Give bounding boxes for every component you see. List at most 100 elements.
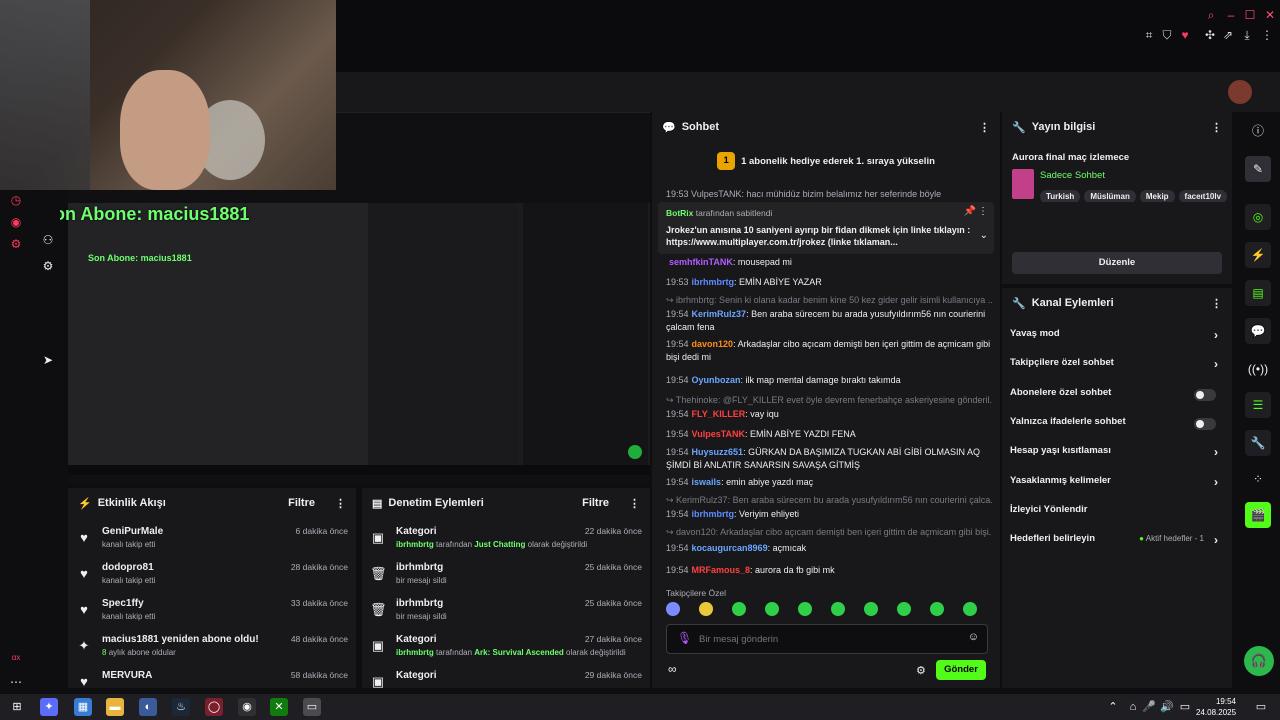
steam-icon[interactable]: ♨ <box>172 698 190 716</box>
stream-info-more-icon[interactable]: ⋮ <box>1211 121 1222 134</box>
channel-action-row[interactable]: Abonelere özel sohbet <box>1010 387 1224 407</box>
pinned-more-icon[interactable]: ⋮ <box>978 206 988 217</box>
tag-chip[interactable]: Mekip <box>1139 190 1175 202</box>
battery-icon[interactable]: ▭ <box>1176 698 1194 716</box>
activity-filter-button[interactable]: Filtre <box>288 497 315 509</box>
broadcast-icon[interactable]: ((•)) <box>1245 356 1271 382</box>
crop-icon[interactable]: ⌗ <box>1142 28 1156 42</box>
windows-start-icon[interactable]: ⊞ <box>8 698 26 716</box>
opera-icon[interactable]: ◯ <box>205 698 223 716</box>
avatar[interactable] <box>1228 80 1252 104</box>
activity-row[interactable]: ✦ macius1881 yeniden abone oldu! 8 aylık a… <box>68 632 356 668</box>
gear-icon[interactable]: ⚙ <box>40 258 56 274</box>
emote-icon[interactable] <box>897 602 911 616</box>
chat-message[interactable]: 19:54 kocaugurcan8969: açmıcak <box>666 542 992 555</box>
obs-icon[interactable]: ◉ <box>238 698 256 716</box>
channel-action-row[interactable]: İzleyici Yönlendir <box>1010 504 1224 524</box>
help-icon[interactable]: 🎧 <box>1244 646 1274 676</box>
chat-message[interactable]: 19:54 Huysuzz651: GÜRKAN DA BAŞIMIZA TUGK… <box>666 446 992 472</box>
moderation-name[interactable]: Kategori <box>396 634 437 645</box>
activity-name[interactable]: Spec1ffy <box>102 598 144 609</box>
chat-username[interactable]: davon120 <box>692 339 734 349</box>
tag-chip[interactable]: faceıt10lv <box>1178 190 1228 202</box>
emote-icon[interactable] <box>963 602 977 616</box>
chat-message[interactable]: semhfkinTANK: mousepad mi <box>666 256 992 269</box>
info-icon[interactable]: ⓘ <box>1245 118 1271 144</box>
emote-icon[interactable] <box>765 602 779 616</box>
chat-message[interactable]: ↪ KerimRulz37: Ben araba sürecem bu arad… <box>666 494 992 507</box>
chat-username[interactable]: ibrhmbrtg <box>692 509 735 519</box>
download-icon[interactable]: ⤓ <box>1240 28 1254 42</box>
chat-message[interactable]: 19:54 FLY_KILLER: vay iqu <box>666 408 992 421</box>
edit-button[interactable]: Düzenle <box>1012 252 1222 274</box>
search-icon[interactable]: ⌕ <box>1204 8 1218 22</box>
emote-icon[interactable] <box>798 602 812 616</box>
chat-username[interactable]: semhfkinTANK <box>669 257 733 267</box>
gift-banner[interactable]: 1 1 abonelik hediye ederek 1. sıraya yük… <box>652 146 1000 176</box>
chat-icon[interactable]: ◉ <box>8 214 24 230</box>
camera-icon[interactable]: ◎ <box>1245 204 1271 230</box>
share-icon[interactable]: ⇗ <box>1221 28 1235 42</box>
activity-name[interactable]: macius1881 yeniden abone oldu! <box>102 634 259 645</box>
moderation-more-icon[interactable]: ⋮ <box>629 497 640 510</box>
chevron-down-icon[interactable]: ⌄ <box>980 230 988 241</box>
copilot-icon[interactable]: ✦ <box>40 698 58 716</box>
activity-row[interactable]: ♥ Spec1ffy kanalı takip etti 33 dakika önce <box>68 596 356 632</box>
speaker-icon[interactable]: 🔊 <box>1158 698 1176 716</box>
list-icon[interactable]: ☰ <box>1245 392 1271 418</box>
mic-icon[interactable]: 🎤 <box>1140 698 1158 716</box>
document-icon[interactable]: ▤ <box>1245 280 1271 306</box>
channel-action-row[interactable]: Yalnızca ifadelerle sohbet <box>1010 416 1224 436</box>
category-name[interactable]: Sadece Sohbet <box>1040 170 1105 181</box>
clock-icon[interactable]: ◷ <box>8 192 24 208</box>
moderation-name[interactable]: ibrhmbrtg <box>396 562 443 573</box>
activity-name[interactable]: dodopro81 <box>102 562 154 573</box>
maximize-icon[interactable]: ☐ <box>1243 8 1257 22</box>
wrench-icon[interactable]: 🔧 <box>1245 430 1271 456</box>
chat-message[interactable]: 19:53 ibrhmbrtg: EMİN ABİYE YAZAR <box>666 276 992 289</box>
channel-actions-more-icon[interactable]: ⋮ <box>1211 297 1222 310</box>
chat-username[interactable]: iswails <box>692 477 722 487</box>
chevron-up-icon[interactable]: ⌃ <box>1104 698 1122 716</box>
dots-icon[interactable]: ⁘ <box>1245 466 1271 492</box>
emoji-icon[interactable]: ☺ <box>968 631 979 643</box>
chat-message[interactable]: 19:54 VulpesTANK: EMİN ABİYE YAZDI FENA <box>666 428 992 441</box>
activity-name[interactable]: GeniPurMale <box>102 526 163 537</box>
clapper-icon[interactable]: 🎬 <box>1245 502 1271 528</box>
clock[interactable]: 19:54 24.08.2025 <box>1196 696 1236 718</box>
tag-chip[interactable]: Turkish <box>1040 190 1081 202</box>
chat-username[interactable]: ibrhmbrtg <box>692 277 735 287</box>
category-thumbnail[interactable] <box>1012 169 1034 199</box>
moderator-name[interactable]: ibrhmbrtg <box>396 648 434 657</box>
send-button[interactable]: Gönder <box>936 660 986 680</box>
heart-icon[interactable]: ♥ <box>1178 28 1192 42</box>
chat-username[interactable]: MRFamous_8 <box>692 565 751 575</box>
close-icon[interactable]: ✕ <box>1263 8 1277 22</box>
moderation-name[interactable]: Kategori <box>396 670 437 681</box>
xbox-icon[interactable]: ✕ <box>270 698 288 716</box>
app-icon[interactable]: ◐ <box>139 698 157 716</box>
pinned-message[interactable]: BotRix tarafından sabitlendi Jrokez'un a… <box>658 202 994 254</box>
minimize-icon[interactable]: – <box>1224 8 1238 22</box>
channel-action-row[interactable]: Hedefleri belirleyin › ● Aktif hedefler - … <box>1010 533 1224 553</box>
channel-action-row[interactable]: Yasaklanmış kelimeler › <box>1010 475 1224 495</box>
chat-message[interactable]: 19:54 ibrhmbrtg: Veriyim ehliyeti <box>666 508 992 521</box>
activity-name[interactable]: MERVURA <box>102 670 152 681</box>
chat-username[interactable]: Huysuzz651 <box>692 447 744 457</box>
chat-username[interactable]: FLY_KILLER <box>692 409 746 419</box>
chat-bubble-icon[interactable]: 💬 <box>1245 318 1271 344</box>
emote-icon[interactable] <box>930 602 944 616</box>
chat-message[interactable]: 19:54 davon120: Arkadaşlar cibo açıcam de… <box>666 338 992 364</box>
emote-icon[interactable] <box>864 602 878 616</box>
lightning-icon[interactable]: ⚡ <box>1245 242 1271 268</box>
channel-action-row[interactable]: Takipçilere özel sohbet › <box>1010 357 1224 377</box>
window-icon[interactable]: ▭ <box>303 698 321 716</box>
chat-message[interactable]: 19:54 MRFamous_8: aurora da fb gibi mk <box>666 564 992 577</box>
emote-icon[interactable] <box>699 602 713 616</box>
moderation-row[interactable]: 🗑 ibrhmbrtg bir mesajı sildi 25 dakika ön… <box>362 560 650 596</box>
infinity-icon[interactable]: ∞ <box>668 662 677 676</box>
moderation-row[interactable]: ▣ Kategori ibrhmbrtg tarafından Just Chatt… <box>362 524 650 560</box>
pin-icon[interactable]: 📌 <box>964 206 976 217</box>
emote-icon[interactable] <box>666 602 680 616</box>
chat-username[interactable]: KerimRulz37 <box>692 309 747 319</box>
